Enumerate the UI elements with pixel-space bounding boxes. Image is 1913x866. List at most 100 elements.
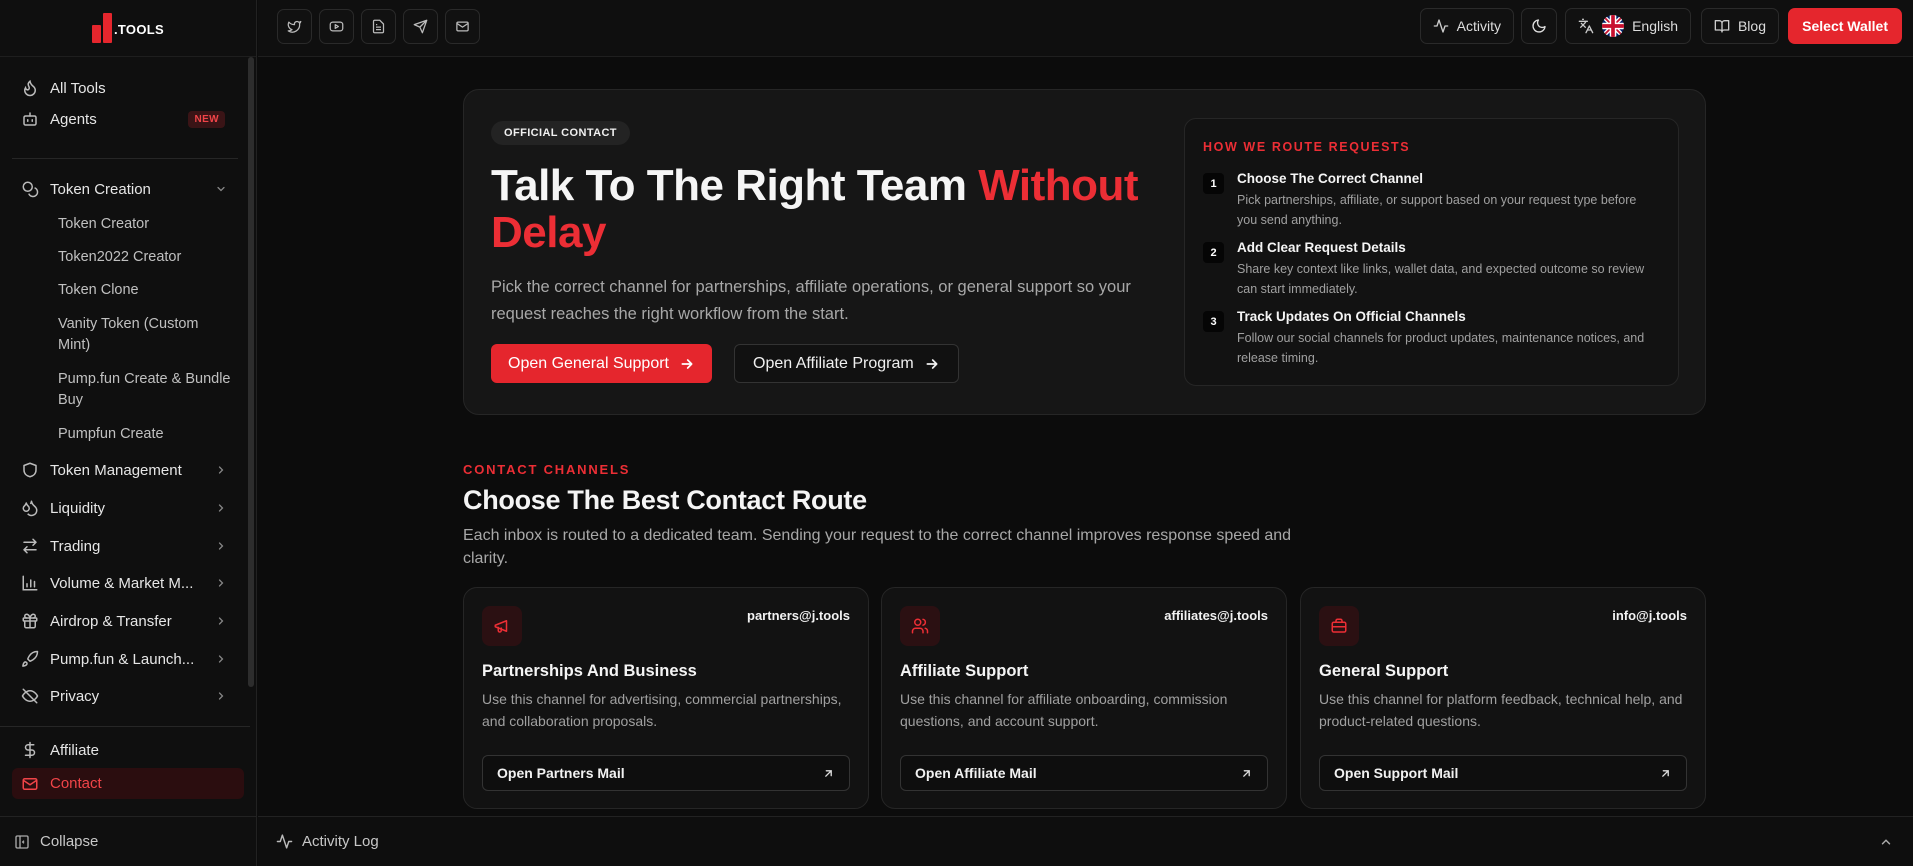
card-email: affiliates@j.tools xyxy=(1164,608,1268,623)
card-description: Use this channel for platform feedback, … xyxy=(1319,691,1683,729)
channel-card-affiliate: affiliates@j.tools Affiliate Support Use… xyxy=(881,587,1287,809)
twitter-button[interactable] xyxy=(277,9,312,44)
step-description: Pick partnerships, affiliate, or support… xyxy=(1237,193,1637,227)
card-description: Use this channel for affiliate onboardin… xyxy=(900,691,1228,729)
step-description: Share key context like links, wallet dat… xyxy=(1237,262,1645,296)
collapse-label: Collapse xyxy=(40,833,99,850)
sidebar-item-trading[interactable]: Trading xyxy=(12,529,244,563)
open-support-mail-button[interactable]: Open Support Mail xyxy=(1319,755,1687,791)
sidebar-item-pumpfun[interactable]: Pump.fun & Launch... xyxy=(12,642,244,676)
sidebar-item-label: Token Creation xyxy=(50,180,151,198)
arrow-right-icon xyxy=(926,358,938,369)
robot-icon xyxy=(23,112,37,126)
language-select[interactable]: English xyxy=(1565,8,1691,44)
card-title: General Support xyxy=(1319,662,1449,680)
sidebar-item-label: Contact xyxy=(50,775,102,792)
step-number: 1 xyxy=(1203,173,1224,194)
sidebar-subitem-pumpfun-create[interactable]: Pumpfun Create xyxy=(58,424,233,445)
activity-button[interactable]: Activity xyxy=(1419,8,1514,44)
sidebar-item-label: Airdrop & Transfer xyxy=(50,612,172,630)
sidebar-subitem-token2022-creator[interactable]: Token2022 Creator xyxy=(58,247,233,268)
button-label: Open Support Mail xyxy=(1334,765,1459,781)
theme-toggle-button[interactable] xyxy=(1521,8,1557,44)
sidebar-item-agents[interactable]: Agents NEW xyxy=(12,102,244,136)
sidebar-scrollbar[interactable] xyxy=(248,57,254,687)
logo[interactable]: .TOOLS xyxy=(0,0,256,57)
rocket-icon xyxy=(22,650,39,667)
sidebar-item-all-tools[interactable]: All Tools xyxy=(12,71,244,105)
sidebar-item-volume[interactable]: Volume & Market M... xyxy=(12,566,244,600)
email-button[interactable] xyxy=(445,9,480,44)
sidebar-item-label: Liquidity xyxy=(50,499,106,517)
card-email: partners@j.tools xyxy=(747,608,850,623)
dollar-icon xyxy=(24,741,36,759)
logo-text: .TOOLS xyxy=(114,21,164,37)
sidebar-item-label: Privacy xyxy=(50,687,100,705)
select-wallet-button[interactable]: Select Wallet xyxy=(1788,8,1902,44)
flame-icon xyxy=(23,79,37,97)
sidebar-item-label: Affiliate xyxy=(50,741,99,759)
section-label: CONTACT CHANNELS xyxy=(463,462,631,477)
activity-log-label: Activity Log xyxy=(302,833,379,850)
chevron-right-icon xyxy=(218,692,224,700)
activity-icon xyxy=(1433,19,1448,33)
open-partners-mail-button[interactable]: Open Partners Mail xyxy=(482,755,850,791)
sidebar-item-token-creation[interactable]: Token Creation xyxy=(12,172,244,206)
sidebar-subitem-pumpfun-bundle[interactable]: Pump.fun Create & Bundle Buy xyxy=(58,369,233,411)
translate-icon xyxy=(1578,18,1594,34)
users-icon xyxy=(900,606,940,646)
collapse-button[interactable]: Collapse xyxy=(0,816,257,866)
sidebar-item-privacy[interactable]: Privacy xyxy=(12,679,244,713)
uk-flag-icon xyxy=(1602,15,1625,37)
sidebar-item-affiliate[interactable]: Affiliate xyxy=(12,733,244,767)
sidebar-item-airdrop[interactable]: Airdrop & Transfer xyxy=(12,604,244,638)
docs-button[interactable] xyxy=(361,9,396,44)
logo-mark-icon xyxy=(92,13,113,43)
mail-icon xyxy=(456,21,469,32)
route-heading: HOW WE ROUTE REQUESTS xyxy=(1203,140,1411,154)
card-description: Use this channel for advertising, commer… xyxy=(482,691,842,729)
blog-label: Blog xyxy=(1737,18,1766,34)
telegram-icon xyxy=(413,19,428,34)
arrow-up-right-icon xyxy=(825,769,832,777)
sidebar-item-label: Volume & Market M... xyxy=(50,574,194,592)
sidebar-item-liquidity[interactable]: Liquidity xyxy=(12,491,244,525)
card-title: Partnerships And Business xyxy=(482,662,697,680)
chevron-right-icon xyxy=(218,579,224,587)
topbar: Activity English Blog Select Wallet xyxy=(258,0,1913,57)
sidebar-item-token-management[interactable]: Token Management xyxy=(12,453,244,487)
sidebar-subitem-token-creator[interactable]: Token Creator xyxy=(58,214,233,235)
hero-description: Pick the correct channel for partnership… xyxy=(491,278,1131,323)
sidebar-divider xyxy=(0,726,250,727)
chevron-up-icon[interactable] xyxy=(1879,835,1893,849)
sidebar-subitem-vanity-token[interactable]: Vanity Token (Custom Mint) xyxy=(58,314,233,356)
activity-icon xyxy=(276,834,293,849)
step-number: 3 xyxy=(1203,311,1224,332)
section-description: Each inbox is routed to a dedicated team… xyxy=(463,527,1292,567)
sidebar-subitem-token-clone[interactable]: Token Clone xyxy=(58,280,233,301)
language-label: English xyxy=(1632,18,1678,34)
open-affiliate-program-button[interactable]: Open Affiliate Program xyxy=(734,344,959,383)
step-title: Add Clear Request Details xyxy=(1237,240,1406,255)
youtube-button[interactable] xyxy=(319,9,354,44)
chevron-right-icon xyxy=(218,542,224,550)
chevron-right-icon xyxy=(218,617,224,625)
megaphone-icon xyxy=(482,606,522,646)
chevron-right-icon xyxy=(218,504,224,512)
arrow-right-icon xyxy=(681,358,693,369)
sidebar-item-label: Agents xyxy=(50,110,97,128)
coins-icon xyxy=(22,181,39,198)
new-badge: NEW xyxy=(188,110,225,128)
sidebar-item-contact[interactable]: Contact xyxy=(12,768,244,799)
open-affiliate-mail-button[interactable]: Open Affiliate Mail xyxy=(900,755,1268,791)
channel-card-general: info@j.tools General Support Use this ch… xyxy=(1300,587,1706,809)
open-general-support-button[interactable]: Open General Support xyxy=(491,344,712,383)
activity-log-bar[interactable]: Activity Log xyxy=(258,816,1913,866)
telegram-button[interactable] xyxy=(403,9,438,44)
card-email: info@j.tools xyxy=(1612,608,1687,623)
moon-icon xyxy=(1532,19,1546,33)
arrow-up-right-icon xyxy=(1662,769,1669,777)
blog-button[interactable]: Blog xyxy=(1700,8,1779,44)
panel-collapse-icon xyxy=(15,834,29,849)
section-title: Choose The Best Contact Route xyxy=(463,485,867,515)
